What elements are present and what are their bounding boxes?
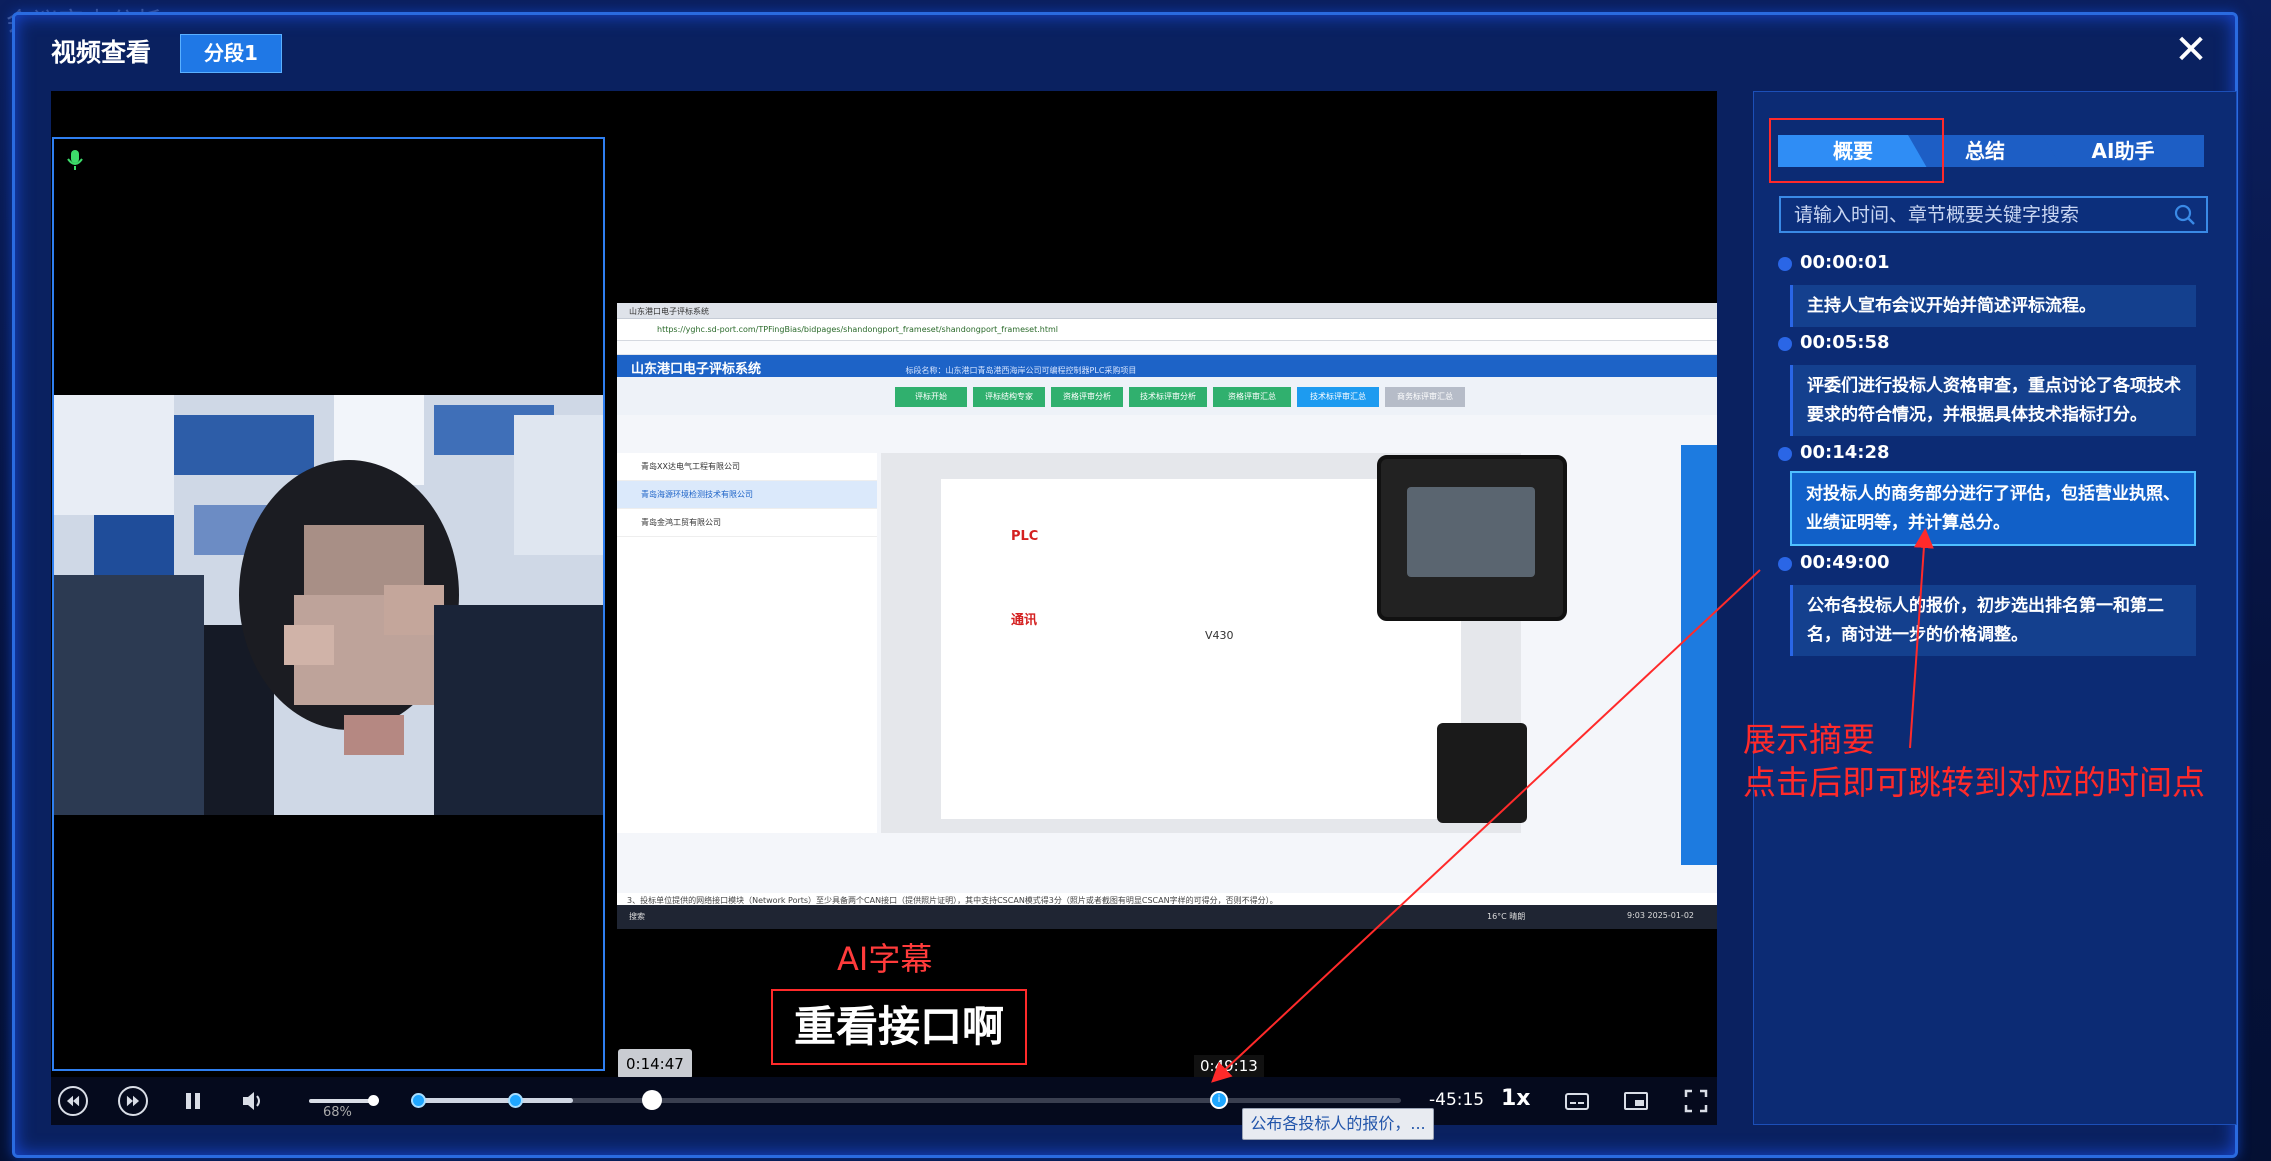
player-controls: 68% i -45:15 1x [51, 1077, 1717, 1125]
ai-subtitle-annotation: AI字幕 [837, 940, 933, 978]
video-frame: 山东港口电子评标系统 https://yghc.sd-port.com/TPFi… [51, 91, 1717, 1071]
table-row: 青岛金鸿工贸有限公司 [617, 509, 877, 537]
summary-search[interactable] [1779, 196, 2208, 233]
callout-line-1: 展示摘要 [1743, 720, 1875, 759]
tab-ai-assistant[interactable]: AI助手 [2042, 135, 2204, 167]
browser-url-bar: https://yghc.sd-port.com/TPFingBias/bidp… [617, 319, 1717, 341]
device-label: V430 [1205, 629, 1234, 642]
volume-slider[interactable] [309, 1099, 371, 1103]
remaining-time: -45:15 [1429, 1090, 1485, 1110]
taskbar-weather: 16°C 晴朗 [1487, 912, 1526, 921]
rewind-button[interactable] [58, 1086, 88, 1116]
picture-in-picture-icon[interactable] [1621, 1086, 1651, 1116]
video-view-modal: 视频查看 分段1 ✕ 山东港口电子评标系统 https://yghc.sd-po… [12, 12, 2238, 1158]
plc-module-image [1437, 723, 1527, 823]
callout-line-2: 点击后即可跳转到对应的时间点 [1743, 763, 2205, 802]
segment-tab-1[interactable]: 分段1 [180, 34, 282, 73]
subtitles-icon[interactable] [1562, 1086, 1592, 1116]
browser-tab-title: 山东港口电子评标系统 [629, 307, 709, 316]
chapter-marker-hovered[interactable]: i [1210, 1091, 1228, 1109]
browser-bookmarks [617, 341, 1717, 355]
timeline-time[interactable]: 00:05:58 [1800, 332, 1890, 353]
fast-forward-button[interactable] [118, 1086, 148, 1116]
playback-speed-button[interactable]: 1x [1501, 1086, 1531, 1111]
participant-video-image [54, 395, 603, 815]
step-item: 资格评审汇总 [1213, 387, 1291, 407]
chapter-marker[interactable] [508, 1093, 523, 1108]
timeline-dot [1778, 557, 1792, 571]
timeline-dot [1778, 257, 1792, 271]
tab-annotation-box [1769, 118, 1944, 183]
timeline-dot [1778, 337, 1792, 351]
timeline-text[interactable]: 主持人宣布会议开始并简述评标流程。 [1790, 285, 2196, 327]
step-bar: 评标开始 评标结构专家 资格评审分析 技术标评审分析 资格评审汇总 技术标评审汇… [617, 377, 1717, 415]
current-time-bubble: 0:14:47 [618, 1049, 692, 1079]
app-header: 山东港口电子评标系统 标段名称：山东港口青岛港西海岸公司可编程控制器PLC采购项… [617, 355, 1717, 377]
ai-subtitle: 重看接口啊 [771, 989, 1027, 1065]
volume-knob[interactable] [368, 1095, 379, 1106]
callout-annotation: 展示摘要 点击后即可跳转到对应的时间点 [1743, 718, 2205, 804]
step-item: 资格评审分析 [1051, 387, 1123, 407]
timeline-text[interactable]: 公布各投标人的报价，初步选出排名第一和第二名，商讨进一步的价格调整。 [1790, 585, 2196, 656]
windows-taskbar: 搜索 16°C 晴朗 9:03 2025-01-02 [617, 905, 1717, 929]
fullscreen-icon[interactable] [1681, 1086, 1711, 1116]
browser-tab-bar: 山东港口电子评标系统 [617, 303, 1717, 319]
close-icon: ✕ [2174, 27, 2208, 73]
timeline-dot [1778, 447, 1792, 461]
screen-share-view: 山东港口电子评标系统 https://yghc.sd-port.com/TPFi… [617, 303, 1717, 929]
plc-screen [1407, 487, 1535, 577]
summary-search-input[interactable] [1781, 198, 2161, 231]
progress-fill [411, 1098, 573, 1103]
step-item: 技术标评审汇总 [1297, 387, 1379, 407]
volume-value: 68% [323, 1105, 352, 1120]
close-button[interactable]: ✕ [2171, 30, 2211, 71]
hover-time-bubble: 0:49:13 [1194, 1055, 1264, 1077]
step-item: 评标开始 [895, 387, 967, 407]
modal-title: 视频查看 [51, 38, 152, 67]
taskbar-time: 9:03 2025-01-02 [1627, 911, 1694, 920]
chapter-marker[interactable] [411, 1093, 426, 1108]
step-item: 评标结构专家 [973, 387, 1045, 407]
timeline-time[interactable]: 00:14:28 [1800, 442, 1890, 463]
plc-device-image [1377, 455, 1567, 621]
step-item: 商务标评审汇总 [1385, 387, 1465, 407]
timeline-text-active[interactable]: 对投标人的商务部分进行了评估，包括营业执照、业绩证明等，并计算总分。 [1790, 471, 2196, 546]
app-title: 山东港口电子评标系统 [631, 362, 762, 377]
doc-comm-heading: 通讯 [1011, 613, 1038, 628]
timeline-time[interactable]: 00:49:00 [1800, 552, 1890, 573]
step-item: 技术标评审分析 [1129, 387, 1207, 407]
playhead-knob[interactable] [642, 1090, 662, 1110]
pause-button[interactable] [178, 1086, 208, 1116]
search-icon[interactable] [2174, 204, 2196, 226]
taskbar-search: 搜索 [629, 912, 645, 921]
volume-icon[interactable] [238, 1086, 268, 1116]
camera-pane [52, 137, 605, 1071]
table-row: 青岛XX达电气工程有限公司 [617, 453, 877, 481]
table-row: 青岛海源环境检测技术有限公司 [617, 481, 877, 509]
microphone-icon [67, 150, 83, 170]
summary-side-panel: 概要 总结 AI助手 00:00:01 主持人宣布会议开始并简述评标流程。 00… [1753, 91, 2237, 1125]
marker-tooltip: 公布各投标人的报价，... [1242, 1108, 1434, 1140]
doc-plc-heading: PLC [1011, 529, 1039, 544]
bidder-table: 青岛XX达电气工程有限公司 青岛海源环境检测技术有限公司 青岛金鸿工贸有限公司 [617, 453, 877, 833]
timeline-time[interactable]: 00:00:01 [1800, 252, 1890, 273]
modal-header: 视频查看 分段1 ✕ [15, 15, 2235, 91]
timeline-text[interactable]: 评委们进行投标人资格审查，重点讨论了各项技术要求的符合情况，并根据具体技术指标打… [1790, 365, 2196, 436]
right-nav-panel [1681, 445, 1717, 865]
video-player[interactable]: 山东港口电子评标系统 https://yghc.sd-port.com/TPFi… [51, 91, 1717, 1125]
project-name: 标段名称：山东港口青岛港西海岸公司可编程控制器PLC采购项目 [905, 366, 1137, 375]
